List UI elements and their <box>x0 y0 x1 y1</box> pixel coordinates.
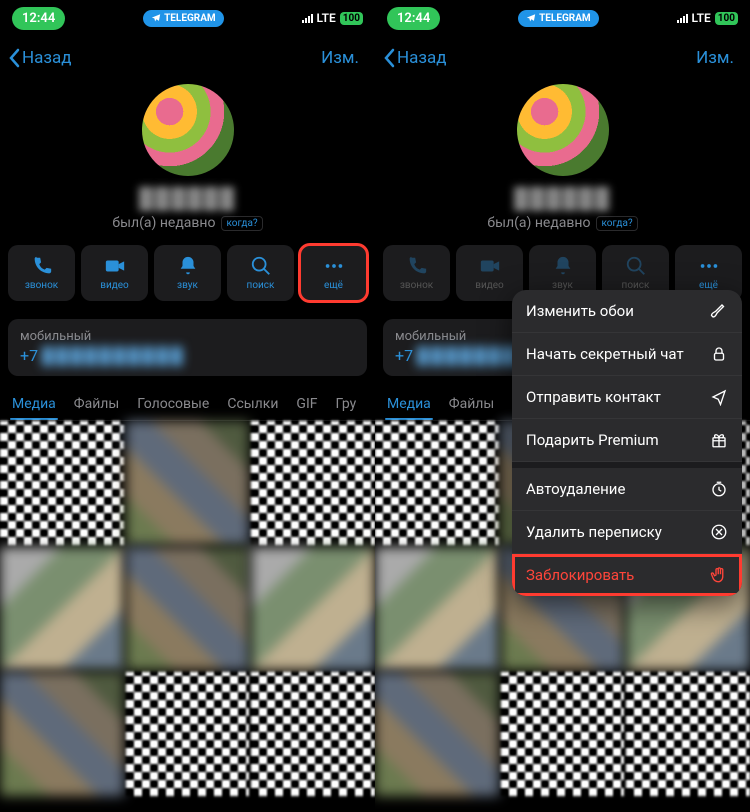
more-menu: Изменить обои Начать секретный чат Отпра… <box>512 290 742 596</box>
phone-value: +7 ██████████ <box>20 346 355 366</box>
last-seen: был(а) недавно когда? <box>487 215 637 231</box>
video-icon <box>104 255 126 277</box>
tab-voice[interactable]: Голосовые <box>137 396 209 412</box>
last-seen: был(а) недавно когда? <box>112 215 262 231</box>
action-row: звонок видео звук поиск ещё <box>0 231 375 311</box>
telegram-pill: TELEGRAM <box>518 10 599 27</box>
delete-chat-icon <box>710 523 728 541</box>
tab-groups[interactable]: Гру <box>336 396 357 412</box>
back-button[interactable]: Назад <box>383 48 447 68</box>
status-bar: 12:44 TELEGRAM LTE 100 <box>375 0 750 36</box>
tab-media[interactable]: Медиа <box>387 396 431 412</box>
search-icon <box>625 255 647 277</box>
chevron-left-icon <box>8 48 20 68</box>
profile-name: ██████ <box>139 186 236 211</box>
media-thumb[interactable] <box>126 547 250 671</box>
battery-icon: 100 <box>715 12 738 25</box>
telegram-pill: TELEGRAM <box>143 10 224 27</box>
video-button[interactable]: видео <box>81 245 148 301</box>
edit-button[interactable]: Изм. <box>696 48 742 68</box>
bell-icon <box>177 255 199 277</box>
menu-secret-chat[interactable]: Начать секретный чат <box>512 333 742 376</box>
search-button[interactable]: поиск <box>227 245 294 301</box>
media-thumb[interactable] <box>375 672 499 796</box>
lock-icon <box>710 345 728 363</box>
nav-bar: Назад Изм. <box>0 36 375 80</box>
video-button[interactable]: видео <box>456 245 523 301</box>
menu-block-user[interactable]: Заблокировать <box>512 554 742 596</box>
menu-autodelete[interactable]: Автоудаление <box>512 462 742 511</box>
media-thumb[interactable] <box>126 421 250 545</box>
menu-gift-premium[interactable]: Подарить Premium <box>512 419 742 462</box>
status-bar: 12:44 TELEGRAM LTE 100 <box>0 0 375 36</box>
call-button[interactable]: звонок <box>383 245 450 301</box>
chevron-left-icon <box>383 48 395 68</box>
timer-icon <box>710 480 728 498</box>
media-thumb[interactable] <box>0 547 124 671</box>
tab-files[interactable]: Файлы <box>74 396 119 412</box>
call-button[interactable]: звонок <box>8 245 75 301</box>
tab-media[interactable]: Медиа <box>12 396 56 412</box>
mute-button[interactable]: звук <box>154 245 221 301</box>
media-thumb[interactable] <box>251 547 375 671</box>
nav-bar: Назад Изм. <box>375 36 750 80</box>
when-badge[interactable]: когда? <box>221 216 262 231</box>
media-thumb[interactable] <box>126 672 250 796</box>
avatar[interactable] <box>517 84 609 176</box>
media-thumb[interactable] <box>0 421 124 545</box>
signal-block: LTE 100 <box>302 11 363 25</box>
profile-name: ██████ <box>514 186 611 211</box>
media-thumb[interactable] <box>375 547 499 671</box>
phone-label: мобильный <box>20 329 355 344</box>
media-thumb[interactable] <box>251 672 375 796</box>
more-button[interactable]: ещё <box>300 245 367 301</box>
hand-icon <box>710 566 728 584</box>
gift-icon <box>710 431 728 449</box>
profile-header: ██████ был(а) недавно когда? <box>375 80 750 231</box>
phone-card[interactable]: мобильный +7 ██████████ <box>8 319 367 376</box>
phone-icon <box>406 255 428 277</box>
clock: 12:44 <box>12 7 65 30</box>
tab-gif[interactable]: GIF <box>296 396 317 412</box>
tab-files[interactable]: Файлы <box>449 396 494 412</box>
battery-icon: 100 <box>340 12 363 25</box>
signal-bars-icon <box>677 13 688 23</box>
menu-send-contact[interactable]: Отправить контакт <box>512 376 742 419</box>
brush-icon <box>710 302 728 320</box>
media-thumb[interactable] <box>375 421 499 545</box>
edit-button[interactable]: Изм. <box>321 48 367 68</box>
signal-bars-icon <box>302 13 313 23</box>
avatar[interactable] <box>142 84 234 176</box>
media-tabs: Медиа Файлы Голосовые Ссылки GIF Гру <box>0 384 375 421</box>
share-icon <box>710 388 728 406</box>
profile-header: ██████ был(а) недавно когда? <box>0 80 375 231</box>
screenshot-right: 12:44 TELEGRAM LTE 100 Назад Изм. ██████… <box>375 0 750 812</box>
tab-links[interactable]: Ссылки <box>227 396 278 412</box>
search-icon <box>250 255 272 277</box>
media-thumb[interactable] <box>0 672 124 796</box>
video-icon <box>479 255 501 277</box>
media-grid <box>0 421 375 796</box>
back-button[interactable]: Назад <box>8 48 72 68</box>
phone-icon <box>31 255 53 277</box>
clock: 12:44 <box>387 7 440 30</box>
media-thumb[interactable] <box>501 672 625 796</box>
menu-clear-history[interactable]: Удалить переписку <box>512 511 742 554</box>
screenshot-left: 12:44 TELEGRAM LTE 100 Назад Изм. ██████… <box>0 0 375 812</box>
signal-block: LTE 100 <box>677 11 738 25</box>
media-thumb[interactable] <box>251 421 375 545</box>
bell-icon <box>552 255 574 277</box>
dots-icon <box>323 255 345 277</box>
menu-change-wallpaper[interactable]: Изменить обои <box>512 290 742 333</box>
when-badge[interactable]: когда? <box>596 216 637 231</box>
media-thumb[interactable] <box>626 672 750 796</box>
dots-icon <box>698 255 720 277</box>
